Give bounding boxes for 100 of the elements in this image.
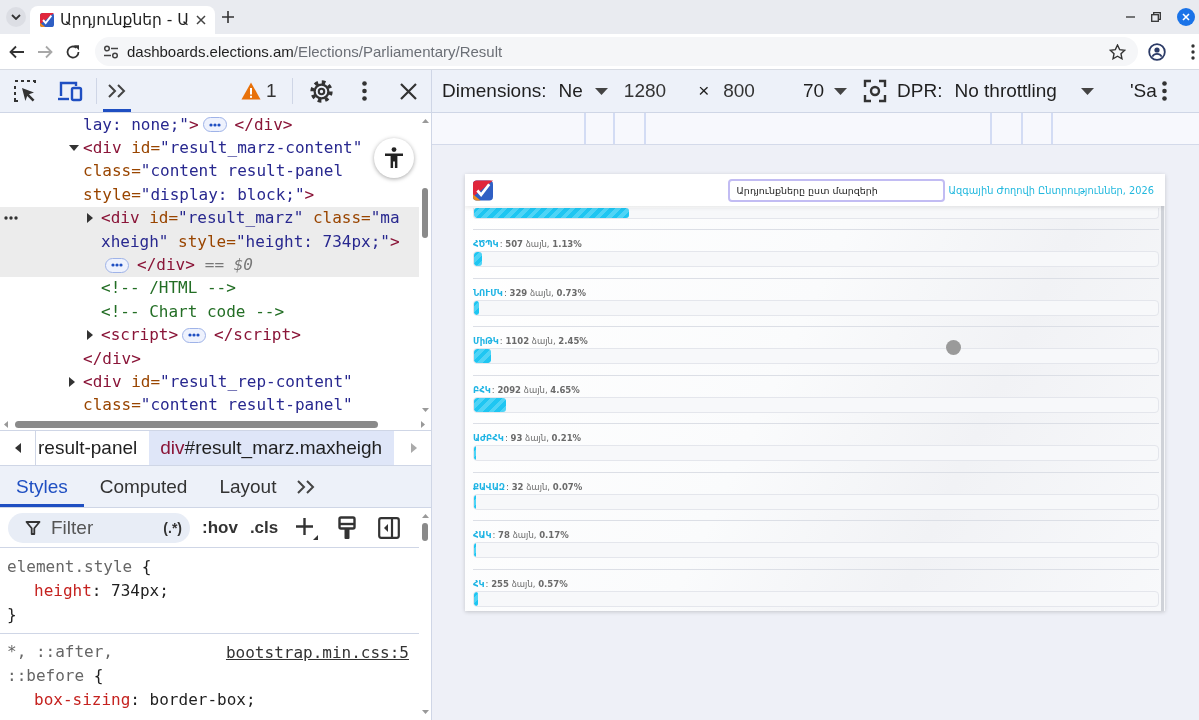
party-name: ՔԱՎԱԶ [473, 481, 506, 492]
html-comment: <!-- Chart code --> [101, 301, 285, 322]
device-dropdown[interactable]: Ne [558, 80, 608, 102]
code-text: lay: none;"> [83, 114, 199, 135]
pane-toggle-button[interactable]: .cls [249, 517, 279, 538]
vote-stats: : 2092 ձայն, 4.65% [491, 384, 580, 395]
dom-tree-node[interactable]: </div> [0, 346, 419, 371]
scrollbar-thumb[interactable] [422, 523, 428, 541]
triangle-right-icon [411, 443, 417, 453]
vote-stats: : 93 ձայն, 0.21% [504, 433, 582, 443]
code-line: <div id="result_marz" class="ma [101, 208, 400, 229]
device-toolbar-icon[interactable] [57, 80, 83, 102]
party-name: ՀԾՊԿ [473, 239, 499, 249]
scroll-down-arrow-icon[interactable] [421, 408, 429, 412]
address-field[interactable]: dashboards.elections.am/Elections/Parliamentary/Result [95, 37, 1138, 66]
more-menu-icon[interactable] [361, 81, 367, 101]
plus-icon[interactable] [294, 515, 319, 540]
save-data-dropdown[interactable]: 'Sa [1129, 80, 1157, 102]
panel-tab[interactable]: Computed [83, 466, 204, 507]
throttling-dropdown[interactable]: No throttling [954, 80, 1094, 102]
paint-brush-icon[interactable] [338, 515, 357, 540]
plus-icon[interactable] [222, 11, 234, 23]
dom-tree-node[interactable]: <div id="result_marz" class="ma xheigh" style="height: 734px;"> </div> == $0 [0, 206, 419, 277]
site-settings-icon[interactable] [103, 44, 119, 59]
more-dots-icon[interactable] [4, 216, 18, 221]
double-chevron-icon[interactable] [296, 478, 317, 495]
code-line: </div> [83, 348, 141, 369]
scrollbar-thumb[interactable] [422, 188, 428, 238]
browser-tab[interactable]: Արդյունքներ - Ա [30, 6, 215, 34]
height-field[interactable]: 800 [723, 80, 755, 102]
dom-tree-node[interactable]: <!-- Chart code --> [0, 300, 419, 324]
expand-node-button[interactable] [105, 257, 129, 273]
regex-toggle[interactable]: (.*) [163, 519, 182, 536]
dom-tree-node[interactable]: <div id="result_marz-content" class="content result-panel style="display: block;"> [0, 136, 419, 207]
scroll-down-arrow-icon[interactable] [421, 710, 429, 714]
dom-tree-node[interactable]: lay: none;"> </div> [0, 113, 419, 137]
party-name: ՀԿ [473, 578, 485, 589]
accessibility-button[interactable] [374, 138, 414, 178]
caret-down-icon [1080, 87, 1094, 95]
expand-node-button[interactable] [202, 117, 227, 133]
url-text[interactable]: dashboards.elections.am/Elections/Parliamentary/Result [127, 43, 503, 60]
reload-icon[interactable] [65, 43, 81, 60]
css-text: *, ::after, [7, 642, 113, 662]
breadcrumb[interactable]: result-panel [36, 431, 150, 465]
party-name: ԲՀԿ [473, 384, 491, 395]
expand-node-button[interactable] [182, 327, 207, 343]
css-text: ::before { [7, 666, 104, 686]
pane-toggle-button[interactable]: :hov [202, 517, 238, 538]
sidebar-toggle-icon[interactable] [378, 516, 401, 539]
panel-tab[interactable]: Layout [203, 466, 293, 507]
inspect-element-icon[interactable] [13, 79, 37, 103]
zoom-dropdown[interactable]: 70 [802, 80, 848, 102]
close-icon[interactable] [399, 82, 417, 100]
accessibility-person-icon [384, 147, 404, 169]
triangle-left-icon [14, 443, 21, 453]
code-text: </script> [214, 325, 301, 346]
scroll-up-arrow-icon[interactable] [421, 119, 429, 123]
star-icon[interactable] [1109, 43, 1126, 60]
dpr-label: DPR: [897, 80, 943, 102]
vote-stats: : 329 ձայն, 0.73% [503, 287, 586, 298]
scroll-left-arrow-icon[interactable] [4, 420, 8, 428]
code-line: <div id="result_rep-content" [83, 372, 353, 392]
panel-tab[interactable]: Styles [0, 466, 84, 507]
breadcrumb[interactable]: div#result_marz.maxheigh [149, 431, 395, 465]
source-link[interactable]: bootstrap.min.css:5 [225, 642, 409, 662]
scroll-up-arrow-icon[interactable] [421, 514, 429, 518]
disclosure-triangle-icon[interactable] [87, 213, 93, 224]
code-line: style="display: block;"> [83, 184, 315, 205]
ellipsis-icon [188, 333, 201, 338]
html-comment: <!-- /HTML --> [101, 278, 236, 299]
more-menu-icon[interactable] [1191, 43, 1195, 60]
tab-search-button[interactable] [6, 7, 26, 27]
warnings-button[interactable]: 1 [241, 80, 277, 102]
settings-icon[interactable] [308, 78, 334, 104]
scroll-right-arrow-icon[interactable] [421, 420, 425, 428]
disclosure-triangle-icon[interactable] [69, 145, 79, 152]
election-title: Ազգային Ժողովի Ընտրություններ, 2026 [948, 184, 1154, 196]
width-field[interactable]: 1280 [623, 80, 667, 102]
back-arrow-icon[interactable] [9, 43, 25, 60]
disclosure-triangle-icon[interactable] [69, 377, 75, 387]
dom-tree-node[interactable]: <div id="result_rep-content" class="content result-panel" [0, 370, 419, 418]
more-menu-icon[interactable] [1162, 81, 1167, 101]
party-name: ՀԱԿ [473, 530, 492, 540]
code-line: xheigh" style="height: 734px;"> [101, 231, 400, 252]
region-select[interactable]: Արդյունքները ըստ մարզերի [727, 178, 945, 202]
filter-field[interactable]: Filter (.*) [8, 512, 190, 543]
dom-tree-node[interactable]: <script> </script> [0, 323, 419, 347]
dom-tree-node[interactable]: <!-- /HTML --> [0, 276, 419, 301]
dimensions-label: Dimensions: [442, 80, 547, 102]
screenshot-icon[interactable] [863, 79, 888, 103]
ellipsis-icon [111, 263, 123, 268]
checkmark-logo-icon[interactable] [473, 179, 493, 201]
scrollbar-thumb[interactable] [15, 420, 378, 428]
close-icon[interactable] [196, 15, 206, 25]
caret-down-icon [594, 87, 608, 95]
disclosure-triangle-icon[interactable] [87, 330, 93, 341]
css-text: element.style { [7, 557, 152, 577]
party-name: ԱԺԲՀԿ [473, 433, 504, 443]
profile-icon[interactable] [1148, 42, 1166, 61]
restore-icon[interactable] [1151, 12, 1161, 22]
